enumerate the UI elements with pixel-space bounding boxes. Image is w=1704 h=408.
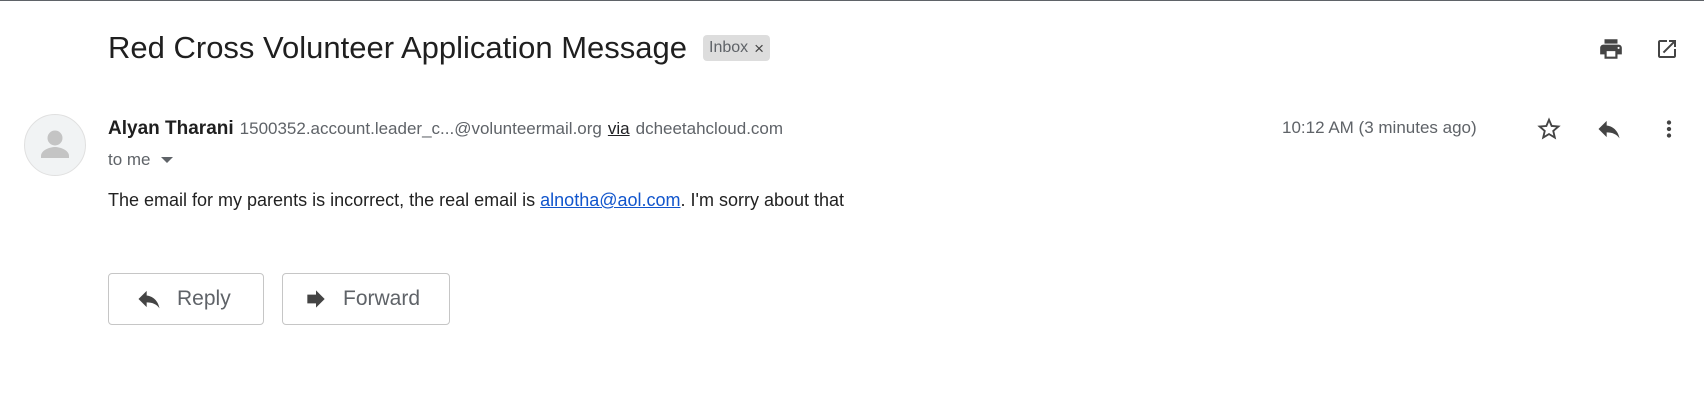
open-in-new-window-icon[interactable] xyxy=(1652,34,1682,64)
reply-button[interactable]: Reply xyxy=(108,273,264,325)
inbox-label-chip[interactable]: Inbox × xyxy=(703,35,771,61)
via-link[interactable]: via xyxy=(608,119,630,139)
body-text-before: The email for my parents is incorrect, t… xyxy=(108,190,541,210)
email-subject: Red Cross Volunteer Application Message xyxy=(108,30,687,65)
remove-label-icon[interactable]: × xyxy=(754,40,764,57)
label-chip-text: Inbox xyxy=(709,39,749,56)
top-divider xyxy=(0,0,1704,1)
sender-name[interactable]: Alyan Tharani xyxy=(108,118,234,140)
subject-row: Red Cross Volunteer Application Message … xyxy=(108,30,771,66)
sender-line: Alyan Tharani 1500352.account.leader_c..… xyxy=(108,118,783,140)
reply-icon[interactable] xyxy=(1594,114,1624,144)
star-icon[interactable] xyxy=(1534,114,1564,144)
sender-avatar[interactable] xyxy=(24,114,86,176)
recipient-text: to me xyxy=(108,150,151,169)
forward-button-label: Forward xyxy=(343,287,421,310)
message-timestamp: 10:12 AM (3 minutes ago) xyxy=(1282,118,1477,137)
message-toolbar xyxy=(1534,114,1684,144)
body-text-after: . I'm sorry about that xyxy=(680,190,845,210)
recipient-details-toggle[interactable]: to me xyxy=(108,150,173,170)
chevron-down-icon xyxy=(160,157,173,163)
forward-icon xyxy=(307,290,325,308)
reply-button-label: Reply xyxy=(177,287,231,310)
forward-button[interactable]: Forward xyxy=(282,273,450,325)
reply-icon xyxy=(138,290,160,309)
print-icon[interactable] xyxy=(1596,34,1626,64)
body-email-link[interactable]: alnotha@aol.com xyxy=(540,190,680,210)
more-vert-icon[interactable] xyxy=(1654,114,1684,144)
via-domain: dcheetahcloud.com xyxy=(635,119,784,138)
default-person-icon xyxy=(41,130,69,158)
message-body: The email for my parents is incorrect, t… xyxy=(108,190,844,211)
sender-email: 1500352.account.leader_c...@volunteermai… xyxy=(239,119,602,138)
thread-toolbar xyxy=(1596,34,1682,64)
